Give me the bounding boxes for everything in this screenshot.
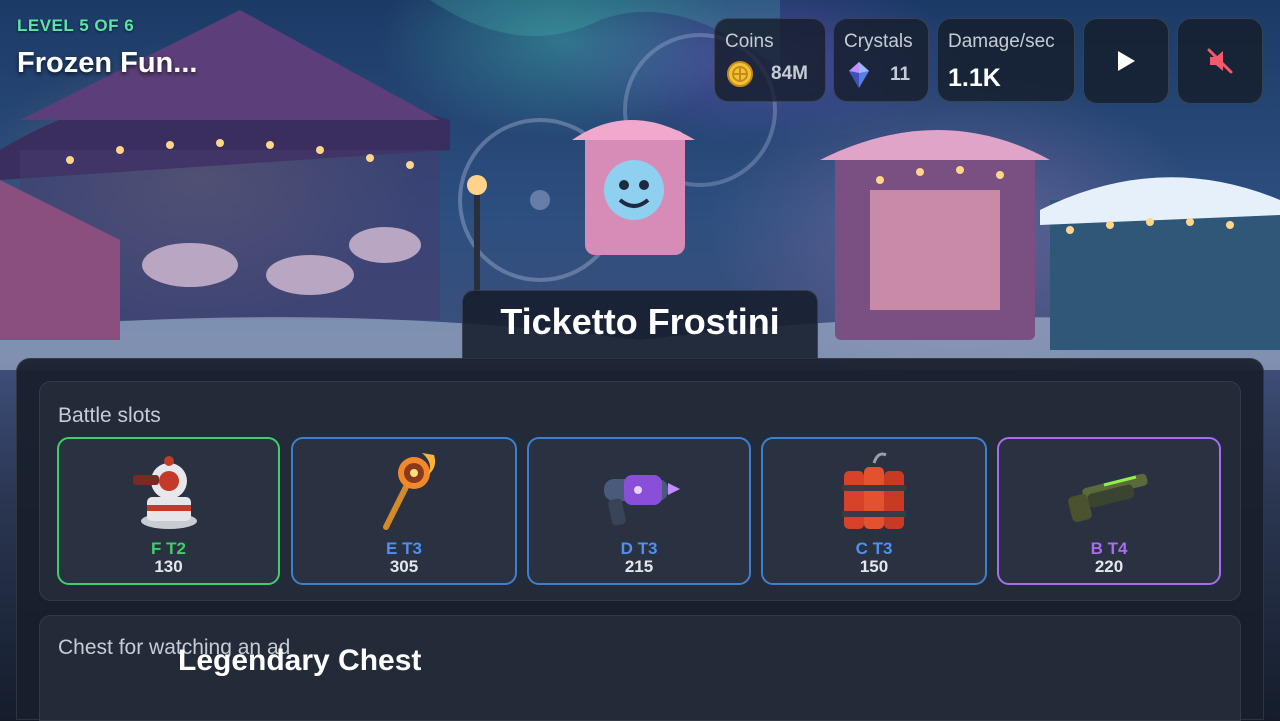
battle-slots-section: Battle slots F T2 130 E T3 305 D T3 215 … [39, 381, 1241, 601]
slot-tier: F T2 [151, 539, 186, 558]
slot-power: 215 [624, 557, 654, 576]
fire-staff-icon [383, 453, 436, 530]
battle-slots-title: Battle slots [58, 404, 161, 427]
level-progress-label: LEVEL 5 OF 6 [17, 16, 135, 35]
play-button[interactable] [1083, 18, 1169, 104]
slot-tier: D T3 [620, 539, 658, 558]
damage-value: 1.1K [948, 64, 1001, 92]
slot-tier: E T3 [386, 539, 422, 558]
damage-label: Damage/sec [948, 31, 1055, 52]
crystal-icon [849, 62, 869, 88]
blaster-icon [604, 475, 680, 526]
boss-name-tag: Ticketto Frostini [462, 290, 818, 360]
coins-label: Coins [725, 31, 774, 52]
chest-name[interactable]: Legendary Chest [178, 644, 421, 678]
battle-slot[interactable]: C T3 150 [761, 437, 987, 585]
crystals-stat: Crystals 11 [833, 18, 929, 102]
coin-icon [727, 61, 753, 87]
level-title: Frozen Fun... [17, 47, 198, 79]
coins-value: 84M [771, 63, 808, 84]
bottom-panel: Battle slots F T2 130 E T3 305 D T3 215 … [16, 358, 1264, 721]
crystals-label: Crystals [844, 31, 913, 52]
sound-muted-icon [1207, 48, 1233, 74]
slot-tier: C T3 [855, 539, 893, 558]
battle-slot[interactable]: E T3 305 [291, 437, 517, 585]
ad-chest-section: Chest for watching an ad Legendary Chest [39, 615, 1241, 721]
slot-power: 130 [154, 557, 183, 576]
play-icon [1118, 51, 1135, 71]
sound-toggle-button[interactable] [1177, 18, 1263, 104]
slot-power: 150 [859, 557, 889, 576]
dynamite-icon [842, 452, 906, 529]
crystals-value: 11 [890, 64, 911, 85]
slot-tier: B T4 [1090, 539, 1128, 558]
boss-name: Ticketto Frostini [500, 301, 780, 342]
slot-power: 305 [389, 557, 419, 576]
damage-stat: Damage/sec 1.1K [937, 18, 1075, 102]
slot-power: 220 [1094, 557, 1124, 576]
battle-slot[interactable]: F T2 130 [57, 437, 280, 585]
turret-icon [132, 456, 197, 529]
coins-stat: Coins 84M [714, 18, 826, 102]
shotgun-icon [1068, 473, 1148, 522]
battle-slot[interactable]: D T3 215 [527, 437, 751, 585]
battle-slot[interactable]: B T4 220 [997, 437, 1221, 585]
